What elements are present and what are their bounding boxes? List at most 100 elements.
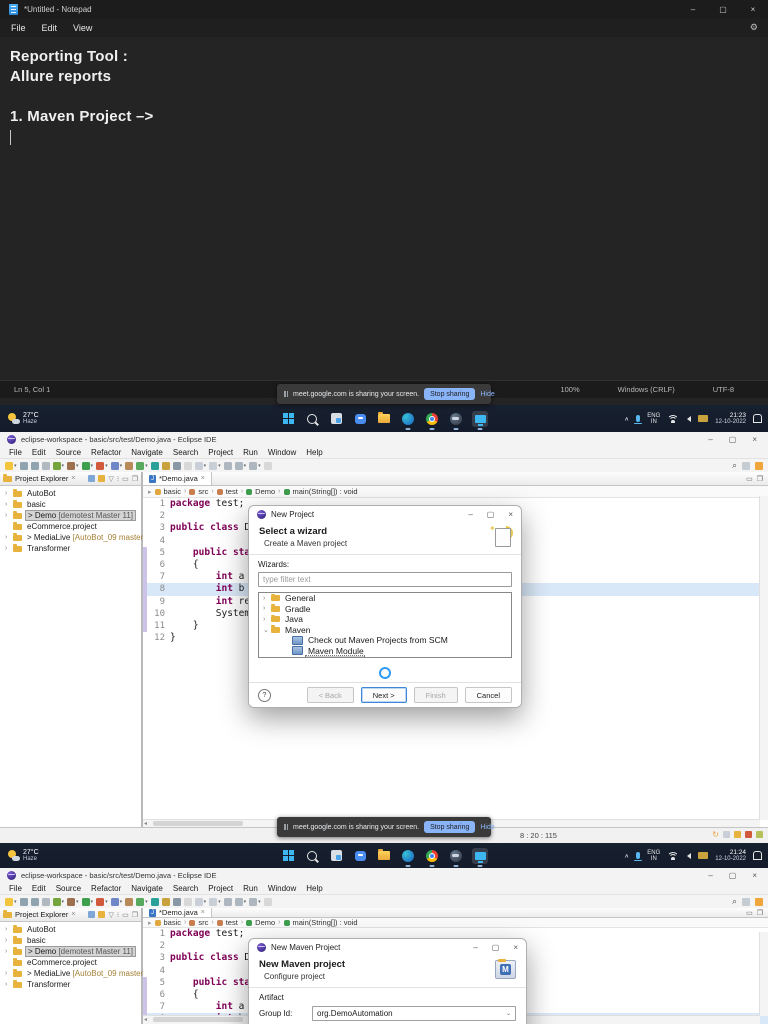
menu-help[interactable]: Help	[301, 884, 327, 893]
minimize-icon[interactable]: –	[708, 871, 712, 880]
project-explorer-tab[interactable]: Project Explorer × ▽ ⁝ ▭ ❐	[0, 908, 141, 922]
minimize-view-icon[interactable]: ▭	[746, 475, 753, 483]
expand-arrow-icon[interactable]: ›	[263, 616, 268, 623]
sync-icon[interactable]: ↻	[712, 830, 719, 839]
close-icon[interactable]: ×	[738, 5, 768, 14]
edit-icon[interactable]	[734, 831, 741, 838]
close-icon[interactable]: ×	[508, 510, 513, 519]
maximize-icon[interactable]: ▢	[729, 871, 737, 880]
minimize-icon[interactable]: –	[468, 510, 472, 519]
clock-widget[interactable]: 21:24 12-10-2022	[715, 849, 746, 863]
wizard-tree-item-general[interactable]: › General	[259, 593, 511, 604]
maximize-icon[interactable]: ▢	[708, 5, 738, 14]
tray-expand-icon[interactable]: ∧	[624, 415, 629, 422]
save-icon[interactable]	[19, 461, 28, 470]
edge-button[interactable]	[400, 411, 416, 430]
wizard-tree-item-maven[interactable]: ⌄ Maven	[259, 625, 511, 636]
wizard-tree-item-maven-project[interactable]: Maven Project	[259, 655, 511, 657]
tree-item-medialive[interactable]: › > MediaLive [AutoBot_09 master 11]	[0, 968, 156, 979]
eclipse-titlebar[interactable]: eclipse-workspace - basic/src/test/Demo.…	[0, 868, 768, 882]
close-icon[interactable]: ×	[71, 475, 75, 482]
collapse-all-icon[interactable]	[88, 911, 96, 918]
notification-bell-icon[interactable]	[753, 414, 762, 423]
coverage-icon[interactable]: ▾	[67, 897, 79, 906]
project-explorer-tab[interactable]: Project Explorer × ▽ ⁝ ▭ ❐	[0, 472, 141, 486]
breadcrumb-toggle-icon[interactable]: ▸	[148, 488, 152, 496]
weather-widget[interactable]: 27°C Haze	[8, 412, 39, 426]
maximize-view-icon[interactable]: ❐	[757, 475, 763, 483]
breadcrumb-item[interactable]: basic	[164, 487, 182, 496]
tree-item-demo[interactable]: › > Demo [demotest Master 11]	[0, 946, 141, 957]
menu-navigate[interactable]: Navigate	[126, 448, 168, 457]
eclipse-titlebar[interactable]: eclipse-workspace - basic/src/test/Demo.…	[0, 432, 768, 446]
expand-arrow-icon[interactable]: ›	[5, 937, 10, 944]
hide-link[interactable]: Hide	[480, 824, 494, 831]
pin-editor-icon[interactable]	[263, 897, 272, 906]
minimize-icon[interactable]: –	[708, 435, 712, 444]
start-button[interactable]	[280, 411, 296, 427]
widgets-button[interactable]	[328, 411, 344, 427]
stop-sharing-button[interactable]: Stop sharing	[424, 821, 476, 833]
java-search-icon[interactable]	[172, 897, 181, 906]
next-annotation-icon[interactable]: ▾	[194, 461, 206, 470]
maximize-icon[interactable]: ▢	[492, 943, 500, 952]
breadcrumb-toggle-icon[interactable]: ▸	[148, 919, 152, 927]
group-id-combobox[interactable]: org.DemoAutomation ⌄	[312, 1006, 516, 1021]
search-button[interactable]	[304, 411, 320, 427]
mark-occurrences-icon[interactable]	[183, 461, 192, 470]
java-perspective-icon[interactable]	[755, 461, 763, 470]
quick-search-icon[interactable]: ⌕	[732, 460, 737, 471]
volume-icon[interactable]	[684, 415, 692, 422]
scroll-left-icon[interactable]: ◂	[144, 1016, 147, 1023]
link-with-editor-icon[interactable]	[98, 475, 106, 482]
widgets-button[interactable]	[328, 848, 344, 864]
expand-arrow-icon[interactable]: ›	[5, 981, 10, 988]
maximize-icon[interactable]: ▢	[487, 510, 495, 519]
save-all-icon[interactable]	[30, 461, 39, 470]
java-perspective-icon[interactable]	[755, 897, 763, 906]
next-button[interactable]: Next >	[360, 687, 407, 703]
problems-icon[interactable]	[745, 831, 752, 838]
file-explorer-button[interactable]	[376, 411, 392, 427]
menu-file[interactable]: File	[3, 21, 34, 35]
close-icon[interactable]: ×	[71, 911, 75, 918]
hide-link[interactable]: Hide	[480, 391, 494, 398]
maximize-icon[interactable]: ▢	[729, 435, 737, 444]
close-icon[interactable]: ×	[201, 475, 205, 482]
menu-edit[interactable]: Edit	[34, 21, 66, 35]
chrome-button[interactable]	[424, 848, 440, 867]
next-annotation-icon[interactable]: ▾	[194, 897, 206, 906]
menu-project[interactable]: Project	[203, 884, 238, 893]
screen-share-button[interactable]	[472, 410, 488, 430]
breadcrumb-item[interactable]: main(String[]) : void	[293, 487, 358, 496]
tree-item-transformer[interactable]: › Transformer	[0, 543, 141, 554]
menu-file[interactable]: File	[4, 884, 27, 893]
breadcrumb-item[interactable]: Demo	[255, 918, 275, 927]
breadcrumb-item[interactable]: src	[198, 487, 208, 496]
back-button[interactable]: < Back	[306, 687, 354, 703]
wizard-tree-item-java[interactable]: › Java	[259, 614, 511, 625]
wizard-tree-item-maven-module[interactable]: Maven Module	[259, 646, 511, 657]
language-indicator[interactable]: ENG IN	[647, 850, 660, 862]
new-java-project-icon[interactable]: ▾	[110, 461, 122, 470]
mark-occurrences-icon[interactable]	[183, 897, 192, 906]
menu-run[interactable]: Run	[238, 448, 263, 457]
maximize-view-icon[interactable]: ❐	[757, 909, 763, 917]
chrome-button[interactable]	[424, 411, 440, 430]
expand-arrow-icon[interactable]: ›	[5, 512, 10, 519]
expand-arrow-icon[interactable]: ⌄	[263, 626, 269, 634]
jar-icon[interactable]	[161, 897, 170, 906]
dialog-titlebar[interactable]: New Project – ▢ ×	[249, 506, 521, 523]
view-menu-icon[interactable]: ⁝	[117, 911, 119, 919]
close-icon[interactable]: ×	[201, 909, 205, 916]
close-icon[interactable]: ×	[752, 871, 757, 880]
help-button[interactable]: ?	[258, 688, 271, 702]
language-indicator[interactable]: ENG IN	[647, 413, 660, 425]
collapse-all-icon[interactable]	[88, 475, 96, 482]
battery-icon[interactable]	[698, 852, 709, 859]
menu-search[interactable]: Search	[168, 884, 203, 893]
eclipse-ide-button[interactable]	[448, 848, 464, 867]
chevron-down-icon[interactable]: ⌄	[506, 1010, 511, 1017]
wifi-icon[interactable]	[667, 851, 678, 860]
tree-item-transformer[interactable]: › Transformer	[0, 979, 141, 990]
